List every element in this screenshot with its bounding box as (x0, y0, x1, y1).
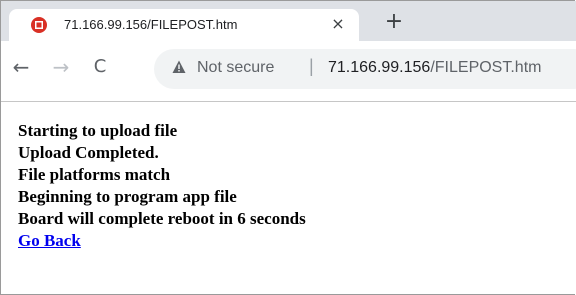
tab-title: 71.166.99.156/FILEPOST.htm (64, 17, 238, 32)
tab-strip: 71.166.99.156/FILEPOST.htm × + (1, 1, 576, 42)
tab-active[interactable]: 71.166.99.156/FILEPOST.htm × (9, 9, 359, 42)
page-content: Starting to upload file Upload Completed… (18, 120, 306, 252)
warning-triangle-icon[interactable] (172, 60, 186, 74)
url-text[interactable]: 71.166.99.156/FILEPOST.htm (328, 59, 541, 77)
status-line-upload-complete: Upload Completed. (18, 143, 159, 162)
new-tab-button[interactable]: + (382, 11, 406, 35)
site-favicon-icon (31, 17, 47, 33)
browser-toolbar: ← → C Not secure | 71.166.99.156/FILEPOS… (1, 41, 576, 102)
address-bar[interactable]: Not secure | 71.166.99.156/FILEPOST.htm (154, 49, 576, 89)
status-line-platforms-match: File platforms match (18, 165, 171, 184)
status-line-upload-start: Starting to upload file (18, 121, 178, 140)
reload-button[interactable]: C (88, 55, 112, 79)
status-line-reboot: Board will complete reboot in 6 seconds (18, 209, 306, 228)
url-path: /FILEPOST.htm (430, 59, 542, 76)
forward-button[interactable]: → (49, 55, 73, 79)
address-separator: | (309, 56, 314, 76)
security-status-label[interactable]: Not secure (197, 59, 274, 77)
go-back-link[interactable]: Go Back (18, 231, 81, 250)
url-host: 71.166.99.156 (328, 59, 431, 76)
back-button[interactable]: ← (9, 55, 33, 79)
status-line-programming: Beginning to program app file (18, 187, 237, 206)
close-tab-icon[interactable]: × (327, 13, 349, 35)
